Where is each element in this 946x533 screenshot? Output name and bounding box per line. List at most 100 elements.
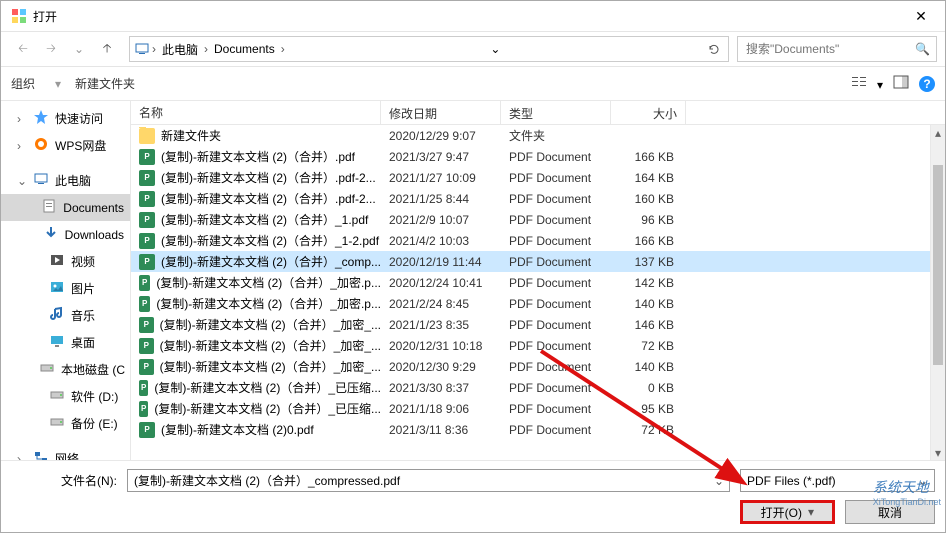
file-row[interactable]: P(复制)-新建文本文档 (2)（合并）_加密.p...2020/12/24 1… xyxy=(131,272,945,293)
file-row[interactable]: P(复制)-新建文本文档 (2)0.pdf2021/3/11 8:36PDF D… xyxy=(131,419,945,440)
file-row[interactable]: 新建文件夹2020/12/29 9:07文件夹 xyxy=(131,125,945,146)
chevron-icon: › xyxy=(17,139,27,153)
scroll-up-icon[interactable]: ▴ xyxy=(931,125,945,140)
sidebar-item[interactable]: ›WPS网盘 xyxy=(1,132,130,159)
cancel-button[interactable]: 取消 xyxy=(845,500,935,524)
pdf-icon: P xyxy=(139,296,150,312)
filename-input[interactable]: (复制)-新建文本文档 (2)（合并）_compressed.pdf ⌄ xyxy=(127,469,730,492)
file-type: PDF Document xyxy=(501,381,611,395)
sidebar-item[interactable]: 本地磁盘 (C xyxy=(1,356,130,383)
sidebar-item[interactable]: ⌄此电脑 xyxy=(1,167,130,194)
file-date: 2021/3/11 8:36 xyxy=(381,423,501,437)
back-button[interactable]: 🡠 xyxy=(9,35,37,63)
refresh-icon[interactable] xyxy=(704,41,724,57)
file-row[interactable]: P(复制)-新建文本文档 (2)（合并）_加密_...2020/12/31 10… xyxy=(131,335,945,356)
breadcrumb-dropdown[interactable]: ⌄ xyxy=(490,42,500,56)
sidebar-item[interactable]: 桌面 xyxy=(1,329,130,356)
col-name[interactable]: 名称 xyxy=(131,101,381,124)
file-size: 72 KB xyxy=(611,423,686,437)
up-button[interactable]: 🡡 xyxy=(93,35,121,63)
file-type: PDF Document xyxy=(501,234,611,248)
sidebar: ›快速访问›WPS网盘 ⌄此电脑Documents Downloads 视频图片音乐桌… xyxy=(1,101,131,460)
file-row[interactable]: P(复制)-新建文本文档 (2)（合并）_加密_...2020/12/30 9:… xyxy=(131,356,945,377)
breadcrumb-part[interactable]: Documents xyxy=(210,40,279,58)
file-date: 2021/3/30 8:37 xyxy=(381,381,501,395)
col-size[interactable]: 大小 xyxy=(611,101,686,124)
file-row[interactable]: P(复制)-新建文本文档 (2)（合并）_加密.p...2021/2/24 8:… xyxy=(131,293,945,314)
pdf-icon: P xyxy=(139,233,155,249)
sidebar-item[interactable]: ›网络 xyxy=(1,445,130,460)
sidebar-item[interactable]: 图片 xyxy=(1,275,130,302)
sidebar-icon xyxy=(33,136,49,155)
sidebar-label: 视频 xyxy=(71,253,95,270)
file-row[interactable]: P(复制)-新建文本文档 (2)（合并）_1.pdf2021/2/9 10:07… xyxy=(131,209,945,230)
breadcrumb[interactable]: › 此电脑 › Documents › ⌄ xyxy=(129,36,729,62)
file-size: 166 KB xyxy=(611,150,686,164)
file-name: (复制)-新建文本文档 (2)（合并）_加密_... xyxy=(160,337,381,354)
sidebar-item[interactable]: 视频 xyxy=(1,248,130,275)
file-list[interactable]: 新建文件夹2020/12/29 9:07文件夹P(复制)-新建文本文档 (2)（… xyxy=(131,125,945,460)
close-button[interactable]: ✕ xyxy=(901,1,941,31)
file-row[interactable]: P(复制)-新建文本文档 (2)（合并）.pdf2021/3/27 9:47PD… xyxy=(131,146,945,167)
file-name: (复制)-新建文本文档 (2)（合并）.pdf-2... xyxy=(161,169,376,186)
search-box[interactable]: 🔍 xyxy=(737,36,937,62)
file-row[interactable]: P(复制)-新建文本文档 (2)（合并）.pdf-2...2021/1/25 8… xyxy=(131,188,945,209)
file-date: 2020/12/29 9:07 xyxy=(381,129,501,143)
file-row[interactable]: P(复制)-新建文本文档 (2)（合并）_已压缩...2021/1/18 9:0… xyxy=(131,398,945,419)
sidebar-item[interactable]: Documents xyxy=(1,194,130,221)
search-input[interactable] xyxy=(744,41,915,57)
search-icon[interactable]: 🔍 xyxy=(915,42,930,56)
history-dropdown[interactable]: ⌄ xyxy=(65,35,93,63)
file-type: PDF Document xyxy=(501,150,611,164)
sidebar-item[interactable]: ›快速访问 xyxy=(1,105,130,132)
file-type: PDF Document xyxy=(501,339,611,353)
file-date: 2021/1/25 8:44 xyxy=(381,192,501,206)
file-type: PDF Document xyxy=(501,171,611,185)
file-row[interactable]: P(复制)-新建文本文档 (2)（合并）_加密_...2021/1/23 8:3… xyxy=(131,314,945,335)
sidebar-label: 音乐 xyxy=(71,307,95,324)
folder-icon xyxy=(139,128,155,144)
file-row[interactable]: P(复制)-新建文本文档 (2)（合并）_comp...2020/12/19 1… xyxy=(131,251,945,272)
chevron-down-icon[interactable]: ⌄ xyxy=(714,474,724,488)
scrollbar[interactable]: ▴ ▾ xyxy=(930,125,945,460)
sidebar-icon xyxy=(39,360,55,379)
file-size: 96 KB xyxy=(611,213,686,227)
breadcrumb-part[interactable]: 此电脑 xyxy=(158,39,202,60)
help-icon[interactable]: ? xyxy=(919,76,935,92)
file-type: 文件夹 xyxy=(501,127,611,144)
open-dialog: 打开 ✕ 🡠 🡢 ⌄ 🡡 › 此电脑 › Documents › ⌄ 🔍 组织 … xyxy=(0,0,946,533)
file-size: 140 KB xyxy=(611,297,686,311)
file-type-filter[interactable]: PDF Files (*.pdf) ⌄ xyxy=(740,469,935,492)
sidebar-item[interactable]: 音乐 xyxy=(1,302,130,329)
file-name: (复制)-新建文本文档 (2)（合并）_加密_... xyxy=(160,316,381,333)
pdf-icon: P xyxy=(139,254,155,270)
file-row[interactable]: P(复制)-新建文本文档 (2)（合并）_已压缩...2021/3/30 8:3… xyxy=(131,377,945,398)
file-name: (复制)-新建文本文档 (2)（合并）_加密_... xyxy=(160,358,381,375)
sidebar-item[interactable]: 软件 (D:) xyxy=(1,383,130,410)
col-type[interactable]: 类型 xyxy=(501,101,611,124)
scrollbar-thumb[interactable] xyxy=(933,165,943,365)
file-size: 72 KB xyxy=(611,339,686,353)
col-date[interactable]: 修改日期 xyxy=(381,101,501,124)
file-row[interactable]: P(复制)-新建文本文档 (2)（合并）.pdf-2...2021/1/27 1… xyxy=(131,167,945,188)
preview-pane-icon[interactable] xyxy=(893,75,909,92)
column-headers: 名称 修改日期 类型 大小 xyxy=(131,101,945,125)
scroll-down-icon[interactable]: ▾ xyxy=(931,445,945,460)
sidebar-item[interactable]: 备份 (E:) xyxy=(1,410,130,437)
sidebar-label: Downloads xyxy=(65,228,124,242)
forward-button[interactable]: 🡢 xyxy=(37,35,65,63)
file-size: 142 KB xyxy=(611,276,686,290)
menu-dropdown-icon[interactable]: ▾ xyxy=(55,77,61,91)
pdf-icon: P xyxy=(139,170,155,186)
window-title: 打开 xyxy=(33,8,901,25)
sidebar-item[interactable]: Downloads xyxy=(1,221,130,248)
file-row[interactable]: P(复制)-新建文本文档 (2)（合并）_1-2.pdf2021/4/2 10:… xyxy=(131,230,945,251)
view-options-icon[interactable]: ▾ xyxy=(852,75,883,92)
open-button[interactable]: 打开(O) ▾ xyxy=(740,500,835,524)
new-folder-button[interactable]: 新建文件夹 xyxy=(75,75,135,92)
filename-value: (复制)-新建文本文档 (2)（合并）_compressed.pdf xyxy=(134,474,400,488)
chevron-right-icon: › xyxy=(204,42,208,56)
sidebar-label: 图片 xyxy=(71,280,95,297)
organize-menu[interactable]: 组织 xyxy=(11,75,35,92)
chevron-down-icon[interactable]: ⌄ xyxy=(918,474,928,488)
